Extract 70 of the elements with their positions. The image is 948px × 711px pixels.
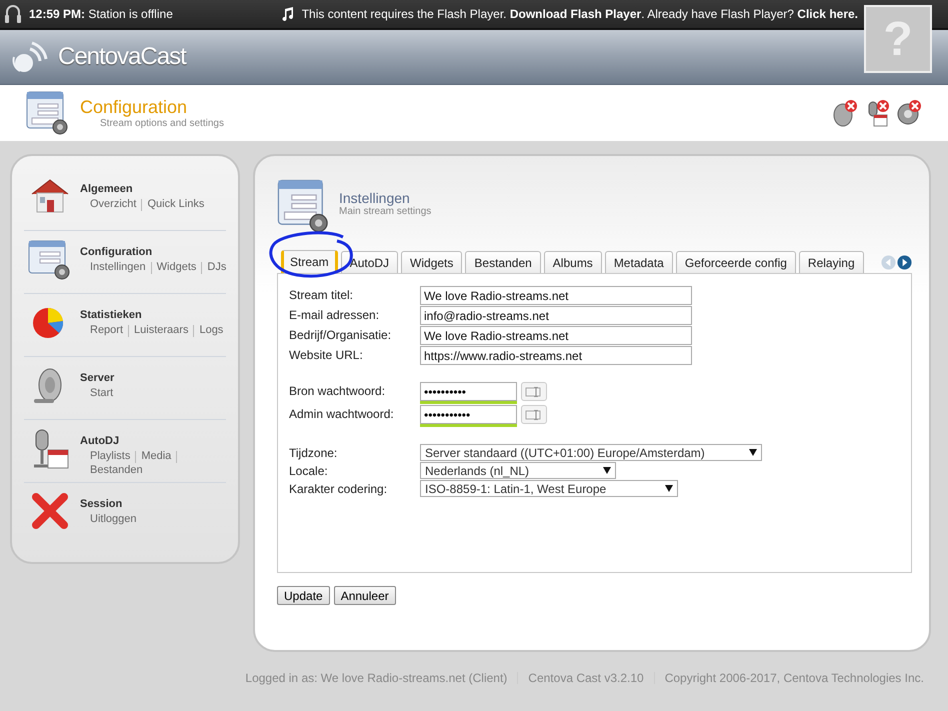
flash-link[interactable]: Click here. xyxy=(797,7,858,21)
stop-stream-icon[interactable] xyxy=(896,99,922,127)
dropdown-field[interactable]: ISO-8859-1: Latin-1, West Europe xyxy=(420,480,678,497)
text-cursor-icon xyxy=(525,410,543,420)
sidebar-link[interactable]: Playlists xyxy=(90,450,130,463)
field-label: Karakter codering: xyxy=(289,481,388,496)
tab[interactable]: AutoDJ xyxy=(340,251,398,273)
show-password-button[interactable] xyxy=(521,405,547,424)
password-field[interactable]: •••••••••• xyxy=(420,382,517,401)
tab[interactable]: Albums xyxy=(544,251,602,273)
section-title: Algemeen xyxy=(80,183,134,195)
tab[interactable]: Bestanden xyxy=(465,251,541,273)
dropdown-field[interactable]: Nederlands (nl_NL) xyxy=(420,462,616,479)
text-field[interactable]: https://www.radio-streams.net xyxy=(420,346,692,365)
sidebar-link[interactable]: Luisteraars xyxy=(134,324,188,337)
page-title: Configuration xyxy=(80,97,188,118)
show-password-button[interactable] xyxy=(521,382,547,401)
field-label: Bron wachtwoord: xyxy=(289,383,386,398)
flash-notice-text: . Already have Flash Player? xyxy=(641,7,795,21)
headphones-icon xyxy=(5,4,21,24)
tab[interactable]: Metadata xyxy=(604,251,673,273)
field-label: E-mail adressen: xyxy=(289,307,380,322)
footer-text: Logged in as: We love Radio-streams.net (Client) xyxy=(245,671,508,685)
station-status: 12:59 PM: Station is offline xyxy=(29,7,173,21)
footer-text: Centova Cast v3.2.10 xyxy=(528,671,644,685)
section-title: Configuration xyxy=(80,246,154,258)
form-button[interactable]: Annuleer xyxy=(334,586,396,605)
password-field[interactable]: ••••••••••• xyxy=(420,405,517,424)
tab[interactable]: Geforceerde config xyxy=(676,251,796,273)
sidebar-link[interactable]: Widgets xyxy=(156,261,196,274)
tab[interactable]: Stream xyxy=(281,250,338,273)
panel-title: Instellingen xyxy=(339,190,411,206)
sidebar-link[interactable]: Instellingen xyxy=(90,261,146,274)
sidebar-link[interactable]: Uitloggen xyxy=(90,513,136,525)
section-title: Session xyxy=(80,498,124,510)
sidebar-link[interactable]: Report xyxy=(90,324,124,337)
tab[interactable]: Relaying xyxy=(798,251,864,273)
settings-form-icon xyxy=(26,90,70,136)
footer-text: Copyright 2006-2017, Centova Technologies Inc. xyxy=(664,671,924,685)
sidebar-link[interactable]: Media xyxy=(141,450,172,463)
dropdown-field[interactable]: Server standaard ((UTC+01:00) Europe/Amsterdam) xyxy=(420,444,762,461)
sidebar-link[interactable]: Logs xyxy=(199,324,224,337)
field-label: Admin wachtwoord: xyxy=(289,406,395,421)
section-title: AutoDJ xyxy=(80,435,120,447)
field-label: Locale: xyxy=(289,463,329,478)
settings-form-icon xyxy=(28,239,72,281)
section-title: Server xyxy=(80,372,116,384)
field-label: Bedrijf/Organisatie: xyxy=(289,327,392,342)
sidebar-link[interactable]: DJs xyxy=(207,261,226,274)
sidebar-link[interactable]: Bestanden xyxy=(90,464,143,476)
tab[interactable]: Widgets xyxy=(401,251,462,273)
flash-notice-text: This content requires the Flash Player. xyxy=(302,7,508,21)
page-subtitle: Stream options and settings xyxy=(100,118,224,129)
section-title: Statistieken xyxy=(80,309,143,321)
field-label: Stream titel: xyxy=(289,287,354,302)
text-cursor-icon xyxy=(525,386,543,396)
sidebar-link[interactable]: Start xyxy=(90,387,114,399)
form-button[interactable]: Update xyxy=(277,586,330,605)
field-label: Tijdzone: xyxy=(289,445,338,460)
sidebar-link[interactable]: Quick Links xyxy=(147,198,204,211)
text-field[interactable]: We love Radio-streams.net xyxy=(420,286,692,305)
text-field[interactable]: info@radio-streams.net xyxy=(420,306,692,325)
music-note-icon xyxy=(282,7,294,21)
stop-server-icon[interactable] xyxy=(832,99,858,127)
text-field[interactable]: We love Radio-streams.net xyxy=(420,326,692,345)
sidebar-link[interactable]: Overzicht xyxy=(90,198,136,211)
field-label: Website URL: xyxy=(289,347,364,362)
flash-link[interactable]: Download Flash Player xyxy=(510,7,642,21)
panel-subtitle: Main stream settings xyxy=(339,206,432,217)
brand-name: CentovaCast xyxy=(58,43,186,71)
